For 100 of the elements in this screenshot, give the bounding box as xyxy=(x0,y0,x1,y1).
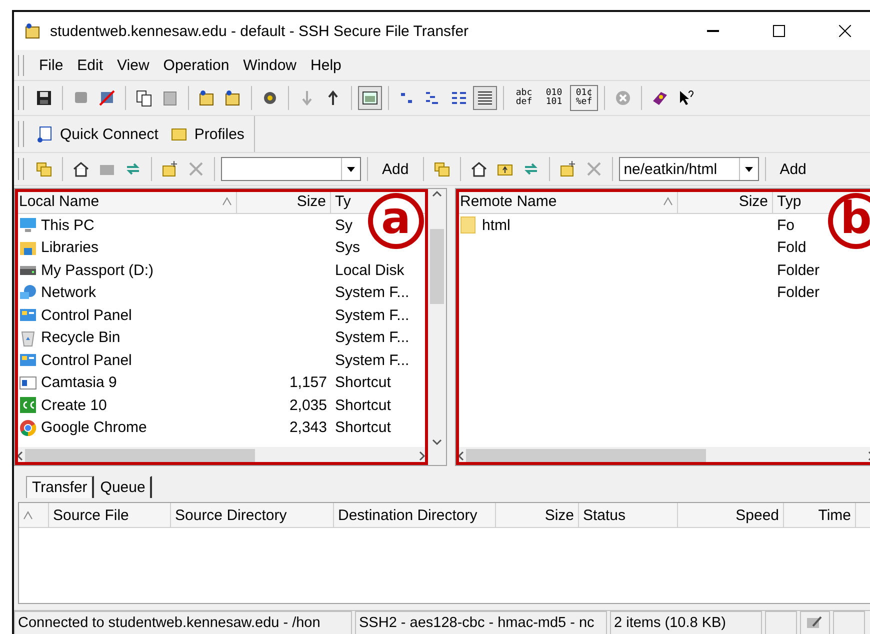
file-type: System F... xyxy=(335,306,410,324)
add-button[interactable]: Add xyxy=(772,160,814,178)
connect-icon xyxy=(36,125,54,143)
disconnect-icon xyxy=(98,89,116,107)
new-window-icon xyxy=(198,89,216,107)
column-header[interactable]: Source File xyxy=(49,503,171,527)
sort-icon xyxy=(222,196,232,206)
folder-icon xyxy=(460,216,478,234)
quick-connect-button[interactable]: Quick Connect xyxy=(30,119,164,149)
menu-item[interactable]: File xyxy=(34,54,68,76)
stop-icon xyxy=(614,89,632,107)
column-header[interactable]: Local Name xyxy=(19,192,100,210)
file-size: 1,157 xyxy=(289,374,327,392)
callout-badge: b xyxy=(828,193,870,249)
file-size: 2,343 xyxy=(289,419,327,436)
transfer-mode-button[interactable]: abc def xyxy=(510,85,538,111)
file-name[interactable]: Network xyxy=(41,284,96,302)
scrollbar-thumb[interactable] xyxy=(430,229,444,304)
file-type: System F... xyxy=(335,284,410,302)
profiles-button[interactable]: Profiles xyxy=(164,119,250,149)
file-name[interactable]: Google Chrome xyxy=(41,419,147,436)
recycle-bin-icon xyxy=(19,328,37,347)
app-icon xyxy=(24,22,42,40)
file-name[interactable]: Create 10 xyxy=(41,396,107,414)
menu-item[interactable]: Operation xyxy=(158,54,234,76)
file-type: Sys xyxy=(335,239,360,256)
new-folder-icon xyxy=(161,160,179,178)
list-view-icon xyxy=(450,89,468,107)
tab[interactable]: Transfer xyxy=(26,476,94,498)
file-name[interactable]: My Passport (D:) xyxy=(41,262,154,279)
column-header[interactable]: Destination Directory xyxy=(334,503,496,527)
menu-item[interactable]: Edit xyxy=(72,54,108,76)
copy-icon xyxy=(135,89,153,107)
save-icon xyxy=(35,89,53,107)
path-field[interactable]: ne/eatkin/html xyxy=(618,157,759,181)
home-icon xyxy=(470,160,488,178)
column-header[interactable]: Remote Name xyxy=(460,192,557,210)
network-icon xyxy=(19,284,37,302)
browser-icon xyxy=(19,418,37,437)
status-text: SSH2 - aes128-cbc - hmac-md5 - nc xyxy=(355,611,607,634)
sort-icon xyxy=(663,196,673,206)
column-header[interactable]: Size xyxy=(296,192,326,210)
delete-icon xyxy=(187,160,205,178)
file-type: Fo xyxy=(777,216,795,234)
column-header[interactable]: Time xyxy=(784,503,856,527)
status-text: 2 items (10.8 KB) xyxy=(610,611,762,634)
add-button[interactable]: Add xyxy=(374,160,417,178)
file-type: Local Disk xyxy=(335,262,404,279)
transfer-mode-button[interactable]: 010 101 xyxy=(540,85,568,111)
sort-icon xyxy=(23,510,33,520)
file-type: Folder xyxy=(777,262,820,279)
computer-icon xyxy=(19,216,37,234)
path-field[interactable] xyxy=(221,157,361,181)
file-type: System F... xyxy=(335,329,410,346)
whats-this-icon xyxy=(677,89,695,107)
file-type: Folder xyxy=(777,284,820,302)
paste-icon xyxy=(161,89,179,107)
tab[interactable]: Queue xyxy=(94,476,152,498)
column-header[interactable]: Source Directory xyxy=(171,503,334,527)
file-name[interactable]: html xyxy=(482,216,510,234)
connect-icon xyxy=(224,89,242,107)
toolbar-button[interactable] xyxy=(358,86,382,110)
column-header[interactable]: Ty xyxy=(335,192,351,210)
window-title: studentweb.kennesaw.edu - default - SSH Secure File Transfer xyxy=(50,22,470,40)
help-icon xyxy=(651,89,669,107)
settings-icon xyxy=(261,89,279,107)
toolbar-button[interactable] xyxy=(473,86,497,110)
file-type: Sy xyxy=(335,216,353,234)
menu-item[interactable]: Window xyxy=(238,54,302,76)
file-name[interactable]: Camtasia 9 xyxy=(41,374,117,392)
callout-badge: a xyxy=(368,193,424,249)
file-name[interactable]: Recycle Bin xyxy=(41,329,120,346)
file-type: Shortcut xyxy=(335,396,391,414)
file-size: 2,035 xyxy=(289,396,327,414)
file-type: System F... xyxy=(335,352,410,369)
layout-icon xyxy=(361,89,379,107)
menu-item[interactable]: Help xyxy=(306,54,346,76)
file-name[interactable]: Libraries xyxy=(41,239,99,256)
column-header[interactable]: Typ xyxy=(777,192,802,210)
column-header[interactable]: Speed xyxy=(678,503,784,527)
delete-icon xyxy=(584,160,603,178)
home-icon xyxy=(72,160,90,178)
details-view-icon xyxy=(476,89,494,107)
vertical-scrollbar[interactable] xyxy=(427,189,446,465)
column-header[interactable]: Size xyxy=(496,503,579,527)
close-icon xyxy=(839,25,851,37)
status-text: Connected to studentweb.kennesaw.edu - /hon xyxy=(14,611,352,634)
file-type: Shortcut xyxy=(335,374,391,392)
transfer-mode-button[interactable]: 01¢ %ef xyxy=(570,85,598,111)
parent-folder-icon xyxy=(35,160,53,178)
file-name[interactable]: This PC xyxy=(41,216,94,234)
new-folder-icon xyxy=(558,160,577,178)
file-name[interactable]: Control Panel xyxy=(41,306,132,324)
file-name[interactable]: Control Panel xyxy=(41,352,132,369)
app-icon xyxy=(19,374,37,392)
app-icon xyxy=(19,396,37,414)
column-header[interactable]: Size xyxy=(738,192,768,210)
file-type: Shortcut xyxy=(335,419,391,436)
menu-item[interactable]: View xyxy=(112,54,154,76)
column-header[interactable]: Status xyxy=(579,503,678,527)
